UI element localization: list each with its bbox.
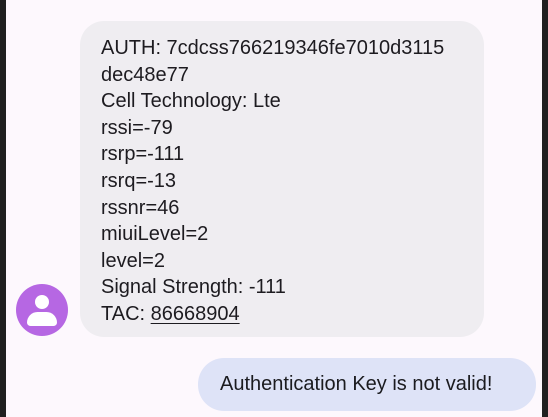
screen: AUTH: 7cdcss766219346fe7010d3115 dec48e7… [0, 0, 548, 417]
outgoing-message-bubble[interactable]: Authentication Key is not valid! [198, 358, 536, 411]
tac-label: TAC: [101, 302, 151, 325]
message-line-signal-strength: Signal Strength: -111 [101, 276, 286, 299]
message-line-auth-cont: dec48e77 [101, 63, 189, 86]
message-line-miui-level: miuiLevel=2 [101, 223, 209, 246]
message-line-rssnr: rssnr=46 [101, 196, 180, 219]
message-line-cell-technology: Cell Technology: Lte [101, 90, 281, 113]
outgoing-message-text: Authentication Key is not valid! [220, 373, 493, 395]
incoming-message-bubble[interactable]: AUTH: 7cdcss766219346fe7010d3115 dec48e7… [80, 21, 484, 337]
message-line-auth: AUTH: 7cdcss766219346fe7010d3115 [101, 37, 445, 59]
message-line-rsrp: rsrp=-111 [101, 143, 185, 166]
contact-avatar[interactable] [16, 284, 68, 336]
message-line-rssi: rssi=-79 [101, 116, 173, 139]
person-icon-body [27, 312, 57, 326]
tac-number-link[interactable]: 86668904 [151, 303, 240, 325]
person-icon-head [35, 295, 49, 309]
message-line-level: level=2 [101, 249, 165, 272]
message-line-tac: TAC: 86668904 [101, 301, 464, 328]
message-line-rsrq: rsrq=-13 [101, 169, 177, 192]
